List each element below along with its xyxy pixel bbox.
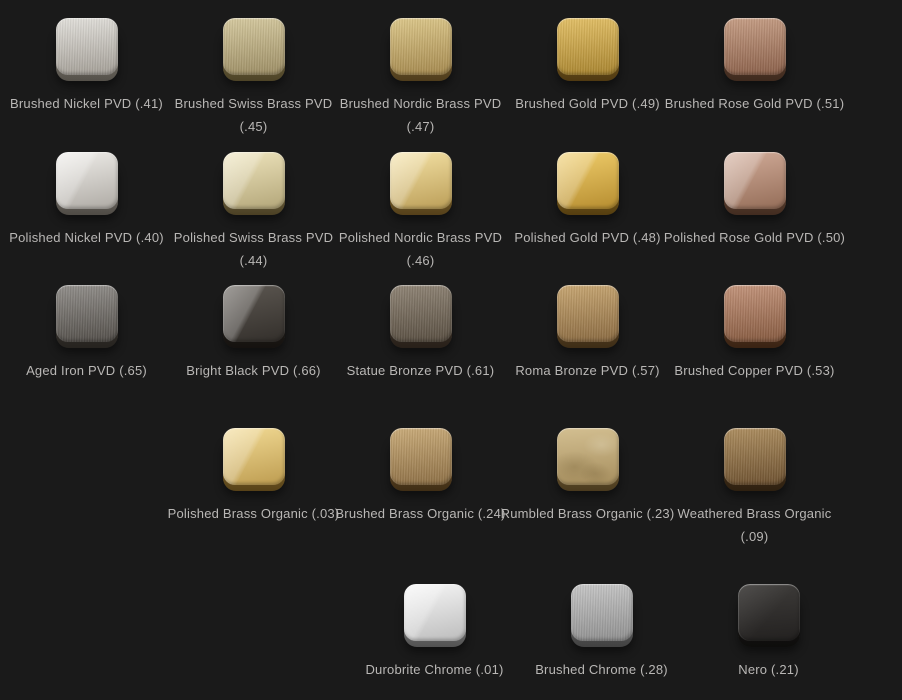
finish-swatch[interactable] [724,152,786,215]
finish-item[interactable]: Polished Rose Gold PVD (.50) [671,152,838,273]
finish-label: Weathered Brass Organic (.09) [650,503,860,549]
swatch-face [56,152,118,209]
finish-swatch[interactable] [56,152,118,215]
swatch-face [223,285,285,342]
finish-label: Polished Rose Gold PVD (.50) [650,227,860,250]
finish-label: Nero (.21) [664,659,874,682]
swatch-face [724,428,786,485]
finish-item[interactable]: Bright Black PVD (.66) [170,285,337,383]
finish-swatch[interactable] [404,584,466,647]
finish-grid: Brushed Nickel PVD (.41)Brushed Swiss Br… [0,0,902,700]
swatch-face [724,18,786,75]
finish-item[interactable]: Brushed Rose Gold PVD (.51) [671,18,838,139]
swatch-face [724,152,786,209]
swatch-face [557,285,619,342]
finish-swatch[interactable] [390,428,452,491]
swatch-face [571,584,633,641]
swatch-face [390,428,452,485]
swatch-face [404,584,466,641]
finish-row: Polished Brass Organic (.03)Brushed Bras… [170,428,838,549]
swatch-face [557,18,619,75]
finish-item[interactable]: Weathered Brass Organic (.09) [671,428,838,549]
finish-swatch[interactable] [571,584,633,647]
finish-item[interactable]: Durobrite Chrome (.01) [351,584,518,682]
finish-item[interactable]: Polished Brass Organic (.03) [170,428,337,549]
finish-swatch[interactable] [557,18,619,81]
finish-swatch[interactable] [557,428,619,491]
swatch-face [223,428,285,485]
finish-swatch[interactable] [223,152,285,215]
finish-item[interactable]: Aged Iron PVD (.65) [3,285,170,383]
finish-item[interactable]: Nero (.21) [685,584,852,682]
finish-item[interactable]: Roma Bronze PVD (.57) [504,285,671,383]
finish-item[interactable]: Polished Gold PVD (.48) [504,152,671,273]
finish-swatch[interactable] [390,18,452,81]
swatch-face [557,428,619,485]
swatch-face [557,152,619,209]
finish-swatch[interactable] [223,18,285,81]
finish-row: Polished Nickel PVD (.40)Polished Swiss … [3,152,838,273]
finish-row: Brushed Nickel PVD (.41)Brushed Swiss Br… [3,18,838,139]
finish-item[interactable]: Brushed Brass Organic (.24) [337,428,504,549]
finish-swatch[interactable] [223,428,285,491]
finish-swatch[interactable] [557,285,619,348]
swatch-face [724,285,786,342]
finish-item[interactable]: Brushed Nordic Brass PVD (.47) [337,18,504,139]
finish-item[interactable]: Polished Nickel PVD (.40) [3,152,170,273]
finish-row: Aged Iron PVD (.65)Bright Black PVD (.66… [3,285,838,383]
finish-swatch[interactable] [223,285,285,348]
swatch-face [56,285,118,342]
swatch-face [56,18,118,75]
finish-item[interactable]: Brushed Nickel PVD (.41) [3,18,170,139]
finish-item[interactable]: Brushed Copper PVD (.53) [671,285,838,383]
finish-item[interactable]: Rumbled Brass Organic (.23) [504,428,671,549]
finish-swatch[interactable] [738,584,800,647]
swatch-face [390,18,452,75]
swatch-face [390,285,452,342]
finish-swatch[interactable] [56,18,118,81]
finish-item[interactable]: Brushed Chrome (.28) [518,584,685,682]
finish-item[interactable]: Polished Swiss Brass PVD (.44) [170,152,337,273]
finish-swatch[interactable] [56,285,118,348]
finish-swatch[interactable] [724,428,786,491]
finish-row: Durobrite Chrome (.01)Brushed Chrome (.2… [351,584,852,682]
finish-item[interactable]: Brushed Swiss Brass PVD (.45) [170,18,337,139]
finish-label: Brushed Copper PVD (.53) [650,360,860,383]
finish-swatch[interactable] [390,152,452,215]
finish-item[interactable]: Polished Nordic Brass PVD (.46) [337,152,504,273]
swatch-face [223,18,285,75]
finish-swatch[interactable] [390,285,452,348]
finish-swatch[interactable] [724,285,786,348]
swatch-face [738,584,800,641]
finish-item[interactable]: Brushed Gold PVD (.49) [504,18,671,139]
swatch-face [223,152,285,209]
finish-item[interactable]: Statue Bronze PVD (.61) [337,285,504,383]
swatch-face [390,152,452,209]
finish-label: Brushed Rose Gold PVD (.51) [650,93,860,116]
finish-swatch[interactable] [724,18,786,81]
finish-swatch[interactable] [557,152,619,215]
